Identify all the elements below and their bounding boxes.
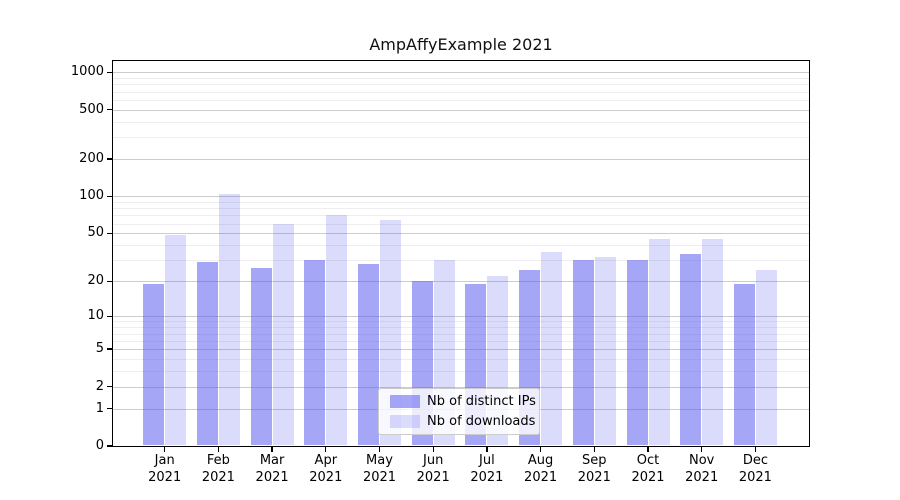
bar-downloads-nov <box>702 239 723 445</box>
x-tick-label-nov: Nov2021 <box>675 452 729 486</box>
gridline-minor-300 <box>113 137 809 138</box>
y-tick-label-0: 0 <box>40 438 104 454</box>
legend: Nb of distinct IPs Nb of downloads <box>378 388 540 435</box>
y-tick-label-20: 20 <box>40 273 104 289</box>
x-tick-jun <box>433 446 434 452</box>
bar-ips-sep <box>573 260 594 445</box>
bar-downloads-mar <box>273 224 294 446</box>
x-tick-label-aug: Aug2021 <box>514 452 568 486</box>
bar-downloads-feb <box>219 194 240 446</box>
x-tick-mar <box>271 446 272 452</box>
gridline-minor-700 <box>113 92 809 93</box>
bar-chart: AmpAffyExample 2021 0 1 2 5 10 20 50 100 200 500 1… <box>0 0 900 500</box>
gridline-minor-60 <box>113 224 809 225</box>
x-tick-label-dec: Dec2021 <box>728 452 782 486</box>
x-tick-jan <box>164 446 165 452</box>
y-tick-label-500: 500 <box>40 102 104 118</box>
bar-downloads-sep <box>595 257 616 445</box>
bar-ips-may <box>358 264 379 445</box>
bar-ips-oct <box>627 260 648 445</box>
y-tick-1 <box>107 408 112 409</box>
y-tick-label-100: 100 <box>40 188 104 204</box>
bar-downloads-apr <box>326 215 347 445</box>
bar-downloads-aug <box>541 252 562 445</box>
legend-entry-downloads: Nb of downloads <box>390 414 531 429</box>
bar-ips-dec <box>734 284 755 445</box>
bar-ips-apr <box>304 260 325 445</box>
gridline-minor-400 <box>113 122 809 123</box>
x-tick-dec <box>755 446 756 452</box>
x-tick-aug <box>540 446 541 452</box>
y-tick-1000 <box>107 72 112 73</box>
x-tick-label-apr: Apr2021 <box>299 452 353 486</box>
y-tick-label-1: 1 <box>40 401 104 417</box>
bar-downloads-oct <box>649 239 670 445</box>
y-tick-label-5: 5 <box>40 341 104 357</box>
legend-swatch-distinct-ips <box>390 395 420 408</box>
gridline-minor-800 <box>113 84 809 85</box>
x-tick-nov <box>701 446 702 452</box>
x-tick-label-jan: Jan2021 <box>138 452 192 486</box>
y-tick-500 <box>107 109 112 110</box>
gridline-minor-70 <box>113 215 809 216</box>
legend-label-downloads: Nb of downloads <box>427 414 535 429</box>
x-tick-apr <box>325 446 326 452</box>
legend-entry-distinct-ips: Nb of distinct IPs <box>390 394 531 409</box>
bar-ips-nov <box>680 254 701 446</box>
y-tick-label-1000: 1000 <box>40 64 104 80</box>
y-tick-20 <box>107 281 112 282</box>
legend-swatch-downloads <box>390 415 420 428</box>
y-tick-label-10: 10 <box>40 308 104 324</box>
gridline-major-200 <box>113 159 809 160</box>
chart-title: AmpAffyExample 2021 <box>261 35 661 54</box>
gridline-minor-900 <box>113 78 809 79</box>
y-tick-label-50: 50 <box>40 225 104 241</box>
x-tick-label-jun: Jun2021 <box>406 452 460 486</box>
gridline-minor-90 <box>113 202 809 203</box>
x-tick-jul <box>486 446 487 452</box>
x-tick-feb <box>218 446 219 452</box>
gridline-major-100 <box>113 196 809 197</box>
y-tick-0 <box>107 445 112 446</box>
y-tick-50 <box>107 233 112 234</box>
x-tick-label-jul: Jul2021 <box>460 452 514 486</box>
bar-ips-feb <box>197 262 218 445</box>
x-tick-label-sep: Sep2021 <box>567 452 621 486</box>
bar-ips-jan <box>143 284 164 445</box>
bar-downloads-dec <box>756 270 777 446</box>
y-tick-label-2: 2 <box>40 379 104 395</box>
x-tick-label-feb: Feb2021 <box>191 452 245 486</box>
bar-ips-mar <box>251 268 272 446</box>
x-tick-oct <box>647 446 648 452</box>
bar-downloads-jan <box>165 235 186 445</box>
y-tick-10 <box>107 316 112 317</box>
y-tick-label-200: 200 <box>40 151 104 167</box>
y-tick-200 <box>107 158 112 159</box>
gridline-major-50 <box>113 233 809 234</box>
y-tick-5 <box>107 348 112 349</box>
x-tick-label-mar: Mar2021 <box>245 452 299 486</box>
y-tick-100 <box>107 196 112 197</box>
legend-label-distinct-ips: Nb of distinct IPs <box>427 394 536 409</box>
gridline-major-1000 <box>113 72 809 73</box>
x-tick-may <box>379 446 380 452</box>
y-tick-2 <box>107 386 112 387</box>
x-tick-label-may: May2021 <box>353 452 407 486</box>
gridline-major-500 <box>113 110 809 111</box>
x-tick-label-oct: Oct2021 <box>621 452 675 486</box>
gridline-minor-80 <box>113 208 809 209</box>
x-tick-sep <box>594 446 595 452</box>
gridline-minor-600 <box>113 100 809 101</box>
